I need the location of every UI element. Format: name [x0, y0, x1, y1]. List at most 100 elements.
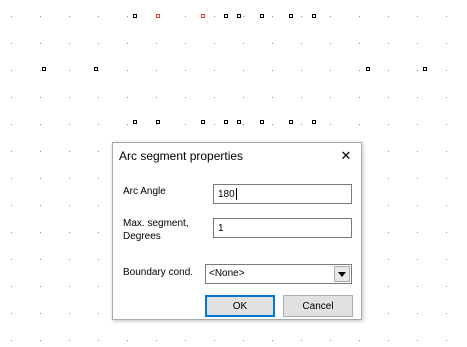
node[interactable]	[224, 14, 228, 18]
grid-dot	[359, 43, 360, 44]
selected-node[interactable]	[201, 14, 205, 18]
grid-dot	[417, 259, 418, 260]
dialog-titlebar[interactable]: Arc segment properties ✕	[113, 143, 361, 171]
grid-dot	[127, 340, 128, 341]
grid-dot	[214, 70, 215, 71]
ok-button[interactable]: OK	[205, 295, 275, 317]
node[interactable]	[312, 14, 316, 18]
grid-dot	[40, 232, 41, 233]
grid-dot	[446, 313, 447, 314]
grid-dot	[69, 259, 70, 260]
grid-dot	[243, 124, 244, 125]
dialog-title: Arc segment properties	[119, 149, 244, 163]
grid-dot	[40, 70, 41, 71]
grid-dot	[417, 340, 418, 341]
grid-dot	[11, 232, 12, 233]
grid-dot	[69, 178, 70, 179]
grid-dot	[359, 97, 360, 98]
grid-dot	[214, 97, 215, 98]
grid-dot	[185, 124, 186, 125]
grid-dot	[446, 124, 447, 125]
boundary-cond-select[interactable]: <None>	[205, 264, 352, 284]
grid-dot	[272, 340, 273, 341]
grid-dot	[98, 313, 99, 314]
grid-dot	[388, 97, 389, 98]
node[interactable]	[224, 120, 228, 124]
node[interactable]	[94, 67, 98, 71]
grid-dot	[11, 124, 12, 125]
grid-dot	[156, 97, 157, 98]
close-button[interactable]: ✕	[331, 143, 361, 169]
grid-dot	[330, 124, 331, 125]
grid-dot	[388, 286, 389, 287]
grid-dot	[446, 178, 447, 179]
grid-dot	[301, 16, 302, 17]
node[interactable]	[312, 120, 316, 124]
grid-dot	[272, 97, 273, 98]
selected-node[interactable]	[156, 14, 160, 18]
node[interactable]	[133, 120, 137, 124]
grid-dot	[98, 259, 99, 260]
node[interactable]	[42, 67, 46, 71]
grid-dot	[185, 70, 186, 71]
node[interactable]	[289, 120, 293, 124]
grid-dot	[11, 286, 12, 287]
grid-dot	[11, 205, 12, 206]
max-segment-label-line2: Degrees	[123, 231, 161, 242]
grid-dot	[98, 16, 99, 17]
max-segment-field[interactable]: 1	[213, 218, 352, 238]
grid-dot	[388, 70, 389, 71]
grid-dot	[156, 124, 157, 125]
grid-dot	[11, 70, 12, 71]
grid-dot	[417, 70, 418, 71]
grid-dot	[388, 178, 389, 179]
grid-dot	[417, 205, 418, 206]
geometry-nodes[interactable]	[42, 14, 427, 124]
max-segment-label-line1: Max. segment,	[123, 218, 189, 229]
grid-dot	[11, 313, 12, 314]
grid-dot	[98, 205, 99, 206]
node[interactable]	[237, 120, 241, 124]
node[interactable]	[260, 14, 264, 18]
grid-dot	[388, 43, 389, 44]
grid-dot	[40, 286, 41, 287]
node[interactable]	[289, 14, 293, 18]
grid-dot	[272, 16, 273, 17]
grid-dot	[446, 43, 447, 44]
node[interactable]	[156, 120, 160, 124]
node[interactable]	[237, 14, 241, 18]
grid-dot	[98, 232, 99, 233]
grid-dot	[417, 124, 418, 125]
grid-dot	[11, 178, 12, 179]
grid-dot	[69, 151, 70, 152]
grid-dot	[243, 340, 244, 341]
cancel-button[interactable]: Cancel	[283, 295, 353, 317]
arc-segment-dialog: Arc segment properties ✕ Arc Angle 180 M…	[112, 142, 362, 320]
grid-dot	[359, 124, 360, 125]
node[interactable]	[423, 67, 427, 71]
grid-dot	[11, 340, 12, 341]
grid-dot	[330, 70, 331, 71]
node[interactable]	[366, 67, 370, 71]
grid-dot	[11, 43, 12, 44]
grid-dot	[156, 43, 157, 44]
grid-dot	[388, 259, 389, 260]
boundary-cond-value: <None>	[209, 268, 245, 279]
arc-angle-field[interactable]: 180	[213, 184, 352, 204]
grid-dot	[330, 43, 331, 44]
grid-dot	[98, 340, 99, 341]
boundary-cond-label: Boundary cond.	[123, 267, 194, 278]
grid-dot	[359, 16, 360, 17]
grid-dot	[330, 340, 331, 341]
node[interactable]	[133, 14, 137, 18]
chevron-down-icon[interactable]	[334, 266, 350, 282]
node[interactable]	[201, 120, 205, 124]
grid-dot	[40, 97, 41, 98]
grid-dot	[446, 70, 447, 71]
grid-dot	[185, 340, 186, 341]
grid-dot	[243, 43, 244, 44]
node[interactable]	[260, 120, 264, 124]
grid-dot	[127, 124, 128, 125]
grid-dot	[40, 178, 41, 179]
grid-dot	[98, 124, 99, 125]
